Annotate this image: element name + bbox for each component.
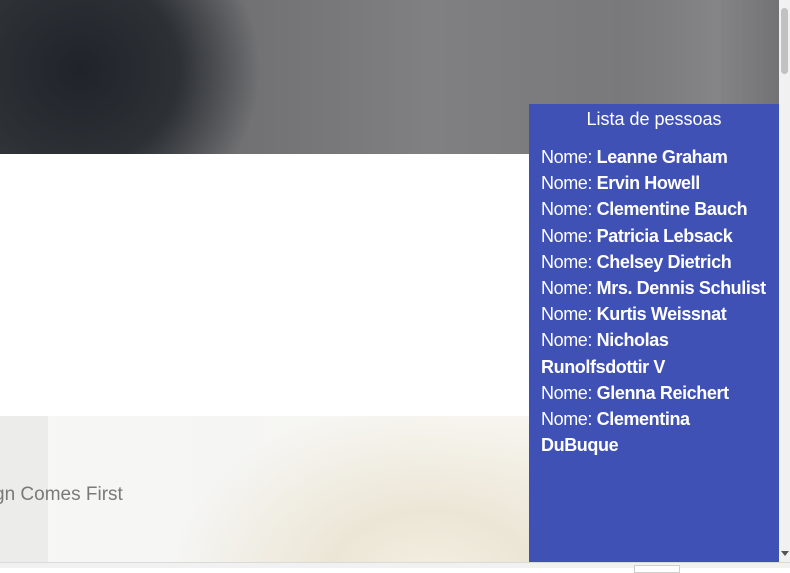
person-name: Chelsey Dietrich — [596, 251, 732, 272]
list-item: Nome: Nicholas Runolfsdottir V — [541, 327, 771, 379]
name-label: Nome: — [541, 225, 593, 246]
name-label: Nome: — [541, 173, 593, 194]
horizontal-scrollbar[interactable] — [0, 562, 790, 573]
list-item: Nome: Kurtis Weissnat — [541, 301, 771, 327]
people-list-panel: Lista de pessoas Nome: Leanne Graham Nom… — [529, 104, 779, 562]
vertical-scrollbar[interactable] — [779, 0, 790, 562]
name-label: Nome: — [541, 199, 593, 220]
name-label: Nome: — [541, 304, 593, 325]
panel-title: Lista de pessoas — [586, 109, 722, 129]
name-label: Nome: — [541, 382, 593, 403]
person-name: Patricia Lebsack — [596, 225, 733, 246]
name-label: Nome: — [541, 330, 593, 351]
list-item: Nome: Mrs. Dennis Schulist — [541, 275, 771, 301]
name-label: Nome: — [541, 278, 593, 299]
scrollbar-thumb-horizontal[interactable] — [634, 565, 680, 573]
name-label: Nome: — [541, 409, 593, 430]
person-name: Kurtis Weissnat — [596, 304, 727, 325]
person-name: Mrs. Dennis Schulist — [596, 278, 766, 299]
person-name: Clementine Bauch — [596, 199, 748, 220]
scrollbar-thumb[interactable] — [781, 8, 788, 74]
name-label: Nome: — [541, 251, 593, 272]
person-name: Glenna Reichert — [596, 382, 729, 403]
scroll-down-arrow-icon[interactable] — [781, 551, 789, 556]
list-item: Nome: Glenna Reichert — [541, 380, 771, 406]
list-item: Nome: Chelsey Dietrich — [541, 249, 771, 275]
list-item: Nome: Ervin Howell — [541, 170, 771, 196]
name-label: Nome: — [541, 147, 593, 167]
list-item: Nome: Leanne Graham — [541, 144, 771, 170]
person-name: Leanne Graham — [596, 147, 728, 167]
list-item: Nome: Patricia Lebsack — [541, 223, 771, 249]
people-list: Nome: Leanne Graham Nome: Ervin Howell N… — [529, 144, 779, 458]
hero-tagline: gn Comes First — [0, 484, 123, 505]
person-name: Ervin Howell — [596, 173, 701, 194]
list-item: Nome: Clementina DuBuque — [541, 406, 771, 458]
list-item: Nome: Clementine Bauch — [541, 196, 771, 222]
